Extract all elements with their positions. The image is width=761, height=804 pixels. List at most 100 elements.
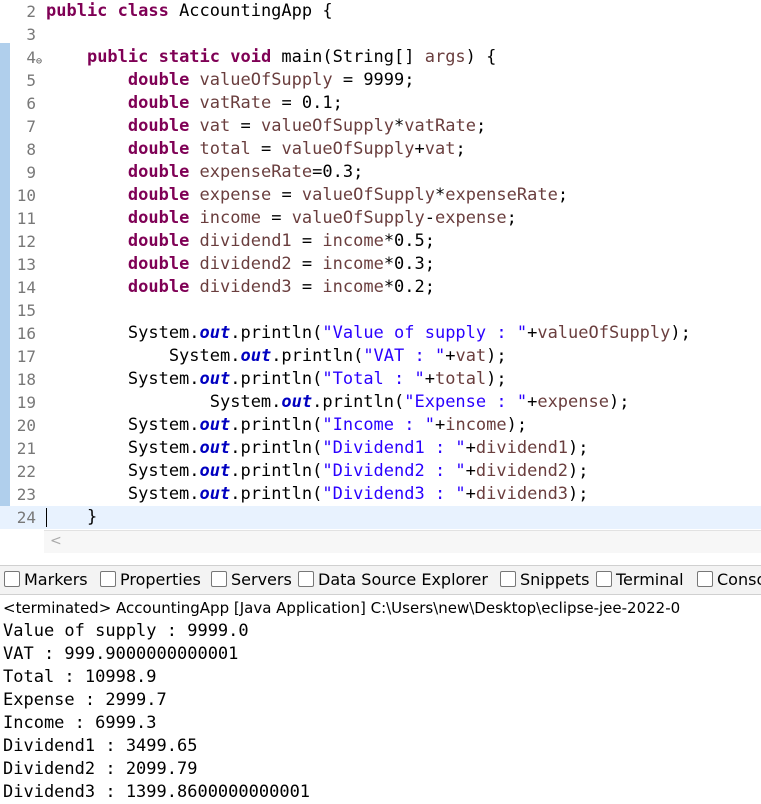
code-line[interactable]: 22 System.out.println("Dividend2 : "+div… — [0, 460, 761, 483]
code-line[interactable]: 3 — [0, 23, 761, 46]
tab-terminal[interactable]: Terminal — [596, 570, 684, 589]
console-line: Expense : 2999.7 — [3, 690, 167, 710]
line-number: 18 — [16, 370, 36, 389]
data-source-icon — [298, 571, 314, 587]
terminal-icon — [596, 571, 612, 587]
line-number: 22 — [16, 462, 36, 481]
code-text: double vat = valueOfSupply*vatRate; — [127, 116, 487, 136]
code-line[interactable]: 19 System.out.println("Expense : "+expen… — [0, 391, 761, 414]
line-number: 2 — [26, 2, 36, 21]
code-line[interactable]: 23 System.out.println("Dividend3 : "+div… — [0, 483, 761, 506]
code-text: double dividend3 = income*0.2; — [127, 277, 435, 297]
tab-label: Data Source Explorer — [318, 570, 488, 589]
tab-conso[interactable]: Conso — [697, 570, 761, 589]
tab-label: Markers — [24, 570, 88, 589]
line-number: 23 — [16, 485, 36, 504]
line-number: 19 — [16, 393, 36, 412]
code-line[interactable]: 4 ⊖ public static void main(String[] args… — [0, 46, 761, 69]
code-line[interactable]: 2 public class AccountingApp { — [0, 0, 761, 23]
console-header: <terminated> AccountingApp [Java Applica… — [0, 596, 761, 621]
console-line: Dividend3 : 1399.8600000000001 — [3, 782, 311, 802]
line-number: 11 — [16, 209, 36, 228]
code-text: System.out.println("Dividend3 : "+divide… — [46, 484, 589, 504]
console-icon — [697, 571, 713, 587]
line-number: 4 — [26, 48, 36, 67]
code-line[interactable]: 12 double dividend1 = income*0.5; — [0, 230, 761, 253]
view-tabs: Markers Properties Servers Data Source Expl… — [0, 565, 761, 595]
scroll-left-icon[interactable]: < — [50, 533, 62, 549]
code-text: System.out.println("Dividend1 : "+divide… — [46, 438, 589, 458]
markers-icon — [4, 571, 20, 587]
code-line[interactable]: 24 } — [0, 506, 761, 529]
line-number: 10 — [16, 186, 36, 205]
line-number: 9 — [26, 163, 36, 182]
line-number: 6 — [26, 94, 36, 113]
code-text: double expenseRate=0.3; — [127, 162, 364, 182]
code-text: double valueOfSupply = 9999; — [127, 70, 415, 90]
code-line[interactable]: 5 double valueOfSupply = 9999; — [0, 69, 761, 92]
code-line[interactable]: 8 double total = valueOfSupply+vat; — [0, 138, 761, 161]
code-text: public static void main(String[] args) { — [86, 47, 497, 67]
line-number: 20 — [16, 416, 36, 435]
code-line[interactable]: 9 double expenseRate=0.3; — [0, 161, 761, 184]
tab-markers[interactable]: Markers — [4, 570, 88, 589]
code-line[interactable]: 13 double dividend2 = income*0.3; — [0, 253, 761, 276]
console-output[interactable]: Value of supply : 9999.0 VAT : 999.900000… — [0, 620, 761, 802]
code-text: double dividend1 = income*0.5; — [127, 231, 435, 251]
tab-properties[interactable]: Properties — [100, 570, 201, 589]
servers-icon — [211, 571, 227, 587]
console-line: VAT : 999.9000000000001 — [3, 644, 239, 664]
tab-snippets[interactable]: Snippets — [500, 570, 590, 589]
line-number: 3 — [26, 25, 36, 44]
tab-label: Conso — [717, 570, 761, 589]
console-line: Dividend2 : 2099.79 — [3, 759, 198, 779]
code-text: System.out.println("Dividend2 : "+divide… — [46, 461, 589, 481]
code-editor[interactable]: 2 public class AccountingApp { 3 4 ⊖ public … — [0, 0, 761, 530]
console-line: Income : 6999.3 — [3, 713, 157, 733]
text-caret — [46, 508, 47, 527]
code-line[interactable]: 6 double vatRate = 0.1; — [0, 92, 761, 115]
code-line[interactable]: 7 double vat = valueOfSupply*vatRate; — [0, 115, 761, 138]
tab-label: Snippets — [520, 570, 590, 589]
code-text: System.out.println("Income : "+income); — [46, 415, 528, 435]
code-text: } — [46, 507, 98, 527]
code-text: System.out.println("VAT : "+vat); — [46, 346, 507, 366]
code-line[interactable]: 16 System.out.println("Value of supply :… — [0, 322, 761, 345]
line-number: 5 — [26, 71, 36, 90]
code-text: double vatRate = 0.1; — [127, 93, 343, 113]
line-number: 24 — [16, 508, 36, 527]
tab-label: Properties — [120, 570, 201, 589]
console-line: Value of supply : 9999.0 — [3, 621, 249, 641]
console-status: <terminated> AccountingApp [Java Applica… — [3, 599, 681, 617]
code-line[interactable]: 14 double dividend3 = income*0.2; — [0, 276, 761, 299]
code-line[interactable]: 10 double expense = valueOfSupply*expens… — [0, 184, 761, 207]
code-text: double income = valueOfSupply-expense; — [127, 208, 517, 228]
line-number: 15 — [16, 301, 36, 320]
line-number: 8 — [26, 140, 36, 159]
line-number: 12 — [16, 232, 36, 251]
line-number: 21 — [16, 439, 36, 458]
tab-label: Terminal — [616, 570, 684, 589]
snippets-icon — [500, 571, 516, 587]
code-text: System.out.println("Value of supply : "+… — [46, 323, 691, 343]
tab-label: Servers — [231, 570, 292, 589]
properties-icon — [100, 571, 116, 587]
code-text: System.out.println("Total : "+total); — [46, 369, 507, 389]
code-line[interactable]: 11 double income = valueOfSupply-expense… — [0, 207, 761, 230]
code-line[interactable]: 20 System.out.println("Income : "+income… — [0, 414, 761, 437]
tab-servers[interactable]: Servers — [211, 570, 292, 589]
line-number: 13 — [16, 255, 36, 274]
code-text: double total = valueOfSupply+vat; — [127, 139, 466, 159]
tab-data-source-explorer[interactable]: Data Source Explorer — [298, 570, 488, 589]
code-text: double dividend2 = income*0.3; — [127, 254, 435, 274]
console-line: Total : 10998.9 — [3, 667, 157, 687]
code-line[interactable]: 18 System.out.println("Total : "+total); — [0, 368, 761, 391]
code-line[interactable]: 17 System.out.println("VAT : "+vat); — [0, 345, 761, 368]
code-line[interactable]: 21 System.out.println("Dividend1 : "+div… — [0, 437, 761, 460]
line-number: 17 — [16, 347, 36, 366]
line-number: 14 — [16, 278, 36, 297]
code-text: System.out.println("Expense : "+expense)… — [46, 392, 630, 412]
horizontal-scrollbar[interactable]: < — [44, 530, 761, 553]
line-number: 16 — [16, 324, 36, 343]
code-line[interactable]: 15 — [0, 299, 761, 322]
